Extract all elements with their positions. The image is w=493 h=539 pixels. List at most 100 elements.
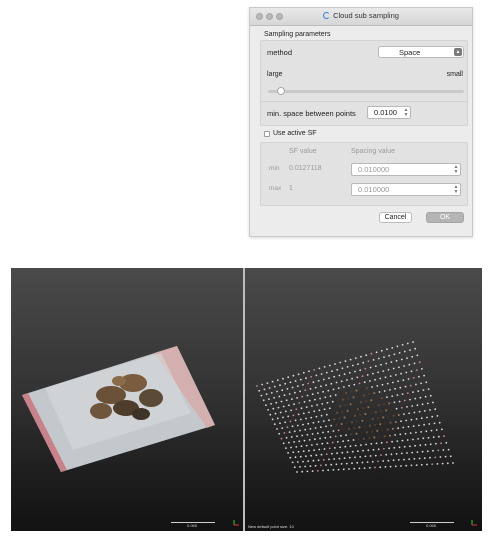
ok-button[interactable]: OK bbox=[426, 212, 464, 223]
cloud-point bbox=[339, 405, 342, 408]
cloud-point bbox=[299, 455, 302, 458]
cloud-point bbox=[305, 444, 308, 447]
cloud-point bbox=[273, 385, 276, 388]
cloud-point bbox=[286, 426, 289, 429]
left-3d-viewport[interactable]: 0.065 bbox=[11, 268, 243, 531]
cloud-point bbox=[416, 451, 419, 453]
cloud-point bbox=[371, 460, 374, 463]
cloud-point bbox=[406, 357, 408, 359]
cloud-point bbox=[386, 441, 388, 444]
cloud-point bbox=[386, 396, 388, 399]
cancel-button[interactable]: Cancel bbox=[379, 212, 412, 223]
cloud-point bbox=[325, 425, 327, 428]
cloud-point bbox=[373, 436, 376, 439]
cloud-point bbox=[375, 351, 378, 354]
cloud-point bbox=[256, 385, 258, 387]
cloud-point bbox=[349, 403, 352, 406]
cloud-point bbox=[369, 380, 371, 382]
cloud-point bbox=[288, 441, 290, 444]
cloud-point bbox=[346, 409, 349, 412]
max-sf-value: 1 bbox=[289, 185, 293, 192]
cloud-point bbox=[410, 418, 413, 421]
cloud-point bbox=[335, 423, 338, 426]
cloud-point bbox=[342, 398, 345, 401]
cloud-point bbox=[416, 404, 419, 407]
cloud-point bbox=[420, 463, 423, 466]
cloud-point bbox=[443, 435, 445, 437]
method-select[interactable]: Space ▲ bbox=[378, 46, 464, 58]
cloud-point bbox=[333, 406, 337, 409]
cloud-point bbox=[328, 458, 330, 461]
cloud-point bbox=[292, 414, 295, 417]
cloud-point bbox=[263, 388, 266, 391]
cloud-point bbox=[306, 394, 309, 397]
min-space-spinbox[interactable]: 0.0100 ▲ ▼ bbox=[367, 106, 411, 119]
stepper-arrows-icon[interactable]: ▲ ▼ bbox=[453, 165, 459, 175]
cloud-point bbox=[286, 388, 289, 390]
cloud-point bbox=[262, 399, 265, 402]
cloud-point bbox=[410, 370, 413, 373]
cloud-point bbox=[415, 369, 418, 371]
cloud-point bbox=[406, 439, 409, 441]
cloud-point bbox=[298, 402, 301, 404]
cloud-point bbox=[368, 437, 371, 440]
cloud-point bbox=[400, 420, 402, 423]
min-spacing-spinbox[interactable]: 0.010000 ▲ ▼ bbox=[351, 163, 461, 176]
cloud-point bbox=[296, 385, 299, 388]
cloud-point bbox=[323, 448, 326, 450]
cloud-point bbox=[389, 375, 392, 377]
cloud-point bbox=[289, 420, 292, 423]
cloud-point bbox=[294, 419, 297, 422]
cloud-point bbox=[361, 375, 364, 378]
cloud-point bbox=[328, 407, 331, 410]
cloud-point bbox=[311, 393, 314, 396]
right-3d-viewport[interactable]: 0.065 New default point size: 10 bbox=[245, 268, 482, 531]
cloud-point bbox=[372, 372, 374, 375]
cloud-point bbox=[354, 456, 356, 459]
cloud-point bbox=[353, 414, 357, 417]
title-bar[interactable]: Cloud sub sampling bbox=[250, 8, 472, 26]
cloud-point bbox=[403, 350, 406, 353]
spacing-slider-track[interactable] bbox=[268, 90, 464, 93]
cloud-point bbox=[360, 431, 363, 435]
scale-bar-label: 0.065 bbox=[426, 523, 437, 528]
cloud-point bbox=[380, 454, 382, 456]
cloud-point bbox=[374, 411, 377, 414]
cloud-point bbox=[314, 427, 317, 429]
cloud-point bbox=[309, 465, 312, 467]
cloud-point bbox=[316, 469, 319, 472]
cloud-point bbox=[340, 422, 343, 426]
cloud-point bbox=[369, 455, 372, 457]
cloud-point bbox=[370, 352, 373, 355]
cloud-point bbox=[332, 388, 335, 391]
cloud-point bbox=[431, 415, 434, 418]
stepper-arrows-icon[interactable]: ▲ ▼ bbox=[403, 108, 409, 118]
cloud-point bbox=[414, 397, 417, 400]
spacing-slider-handle[interactable] bbox=[277, 87, 285, 95]
cloud-point bbox=[379, 466, 382, 469]
cloud-point bbox=[406, 406, 408, 408]
cloud-point bbox=[404, 385, 407, 388]
cloud-point bbox=[325, 464, 327, 466]
max-spacing-spinbox[interactable]: 0.010000 ▲ ▼ bbox=[351, 183, 461, 196]
min-space-label: min. space between points bbox=[267, 109, 356, 118]
cloud-point bbox=[267, 409, 269, 411]
cloud-point bbox=[367, 449, 370, 452]
cloud-point bbox=[371, 417, 374, 421]
chevron-updown-icon: ▲ bbox=[454, 48, 462, 56]
stepper-arrows-icon[interactable]: ▲ ▼ bbox=[453, 185, 459, 195]
cloud-point bbox=[299, 418, 302, 421]
use-active-sf-label: Use active SF bbox=[273, 130, 317, 137]
cloudcompare-app-icon bbox=[323, 12, 331, 19]
cloud-point bbox=[332, 430, 335, 432]
cloud-point bbox=[308, 449, 310, 452]
cloud-point bbox=[290, 409, 292, 412]
cloud-point bbox=[349, 445, 352, 448]
cloud-point bbox=[391, 440, 393, 443]
cloud-point bbox=[390, 361, 393, 363]
cloud-point bbox=[276, 417, 279, 420]
cloud-point bbox=[296, 435, 298, 438]
cloud-point bbox=[396, 394, 399, 396]
use-active-sf-checkbox[interactable] bbox=[264, 131, 270, 137]
cloud-point bbox=[319, 437, 321, 440]
